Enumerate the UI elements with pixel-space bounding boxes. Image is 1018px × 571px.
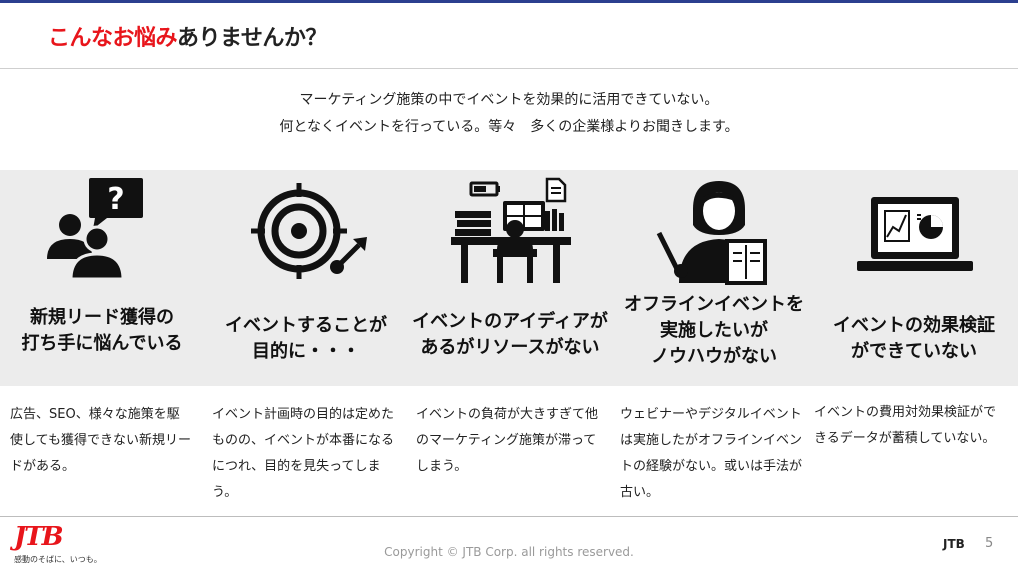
concern-description: イベントの費用対効果検証ができるデータが蓄積していない。: [814, 405, 997, 446]
concerns-band: ? 新規リード獲得の 打ち手に悩んでいる イベントすることが 目的に・・・ イベ…: [0, 170, 1018, 386]
laptop-chart-icon: [857, 197, 973, 271]
concern-heading-line: ノウハウがない: [651, 346, 777, 367]
top-accent-line: [0, 0, 1018, 3]
footer-brand: JTB: [943, 537, 965, 551]
concern-heading-line: イベントすることが: [225, 315, 387, 336]
concern-heading-line: オフラインイベントを: [624, 294, 804, 315]
intro-line-2: 何となくイベントを行っている。等々 多くの企業様よりお聞きします。: [279, 119, 739, 135]
page-title-highlight: こんなお悩み: [48, 26, 178, 51]
concern-card-lead-generation: ? 新規リード獲得の 打ち手に悩んでいる: [0, 170, 204, 386]
concern-heading: オフラインイベントを 実施したいが ノウハウがない: [612, 292, 816, 370]
concern-description: ウェビナーやデジタルイベントは実施したがオフラインイベントの経験がない。或いは手…: [620, 407, 803, 500]
overloaded-desk-icon: [451, 177, 571, 283]
concern-heading-line: イベントのアイディアが: [412, 311, 608, 332]
concern-card-event-purpose: イベントすることが 目的に・・・: [204, 170, 408, 386]
footer-divider: [0, 516, 1018, 517]
page-title-rest: ありませんか？: [177, 26, 327, 51]
concern-heading-line: 打ち手に悩んでいる: [21, 333, 183, 354]
lecturer-icon: [656, 181, 767, 285]
concern-heading-line: イベントの効果検証: [833, 315, 995, 336]
svg-text:?: ?: [107, 182, 124, 217]
concern-card-resources: イベントのアイディアが あるがリソースがない: [408, 170, 612, 386]
concern-heading: イベントのアイディアが あるがリソースがない: [408, 309, 612, 361]
concern-description: イベントの負荷が大きすぎて他のマーケティング施策が滞ってしまう。: [416, 407, 599, 474]
concern-card-effect-verification: イベントの効果検証 ができていない: [812, 170, 1016, 386]
concern-heading-line: 新規リード獲得の: [30, 307, 174, 328]
people-question-icon: ?: [47, 178, 143, 281]
title-divider: [0, 68, 1018, 69]
intro-line-1: マーケティング施策の中でイベントを効果的に活用できていない。: [299, 92, 719, 108]
concern-heading: イベントの効果検証 ができていない: [812, 313, 1016, 365]
concern-heading-line: ができていない: [851, 341, 977, 362]
concern-heading: 新規リード獲得の 打ち手に悩んでいる: [0, 305, 204, 357]
concern-card-offline-know-how: オフラインイベントを 実施したいが ノウハウがない: [612, 170, 816, 386]
copyright-text: Copyright © JTB Corp. all rights reserve…: [384, 545, 634, 559]
page-title: こんなお悩みありませんか？: [48, 24, 327, 54]
concern-heading: イベントすることが 目的に・・・: [204, 313, 408, 365]
page-number: 5: [985, 536, 994, 551]
target-dart-icon: [251, 183, 367, 279]
company-logo: JTB 感動のそばに、いつも。: [14, 522, 102, 566]
concern-heading-line: 目的に・・・: [252, 341, 360, 362]
concern-heading-line: あるがリソースがない: [420, 337, 600, 358]
concern-description: 広告、SEO、様々な施策を駆使しても獲得できない新規リードがある。: [10, 407, 191, 474]
concern-description: イベント計画時の目的は定めたものの、イベントが本番になるにつれ、目的を見失ってし…: [212, 407, 395, 500]
concern-heading-line: 実施したいが: [660, 320, 768, 341]
